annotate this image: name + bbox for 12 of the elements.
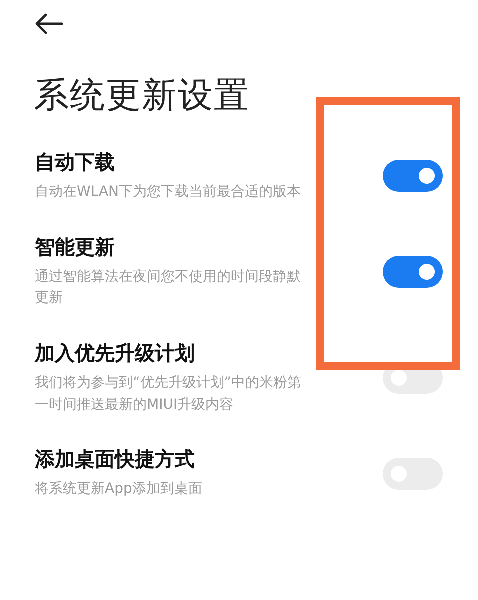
setting-description: 我们将为参与到“优先升级计划”中的米粉第一时间推送最新的MIUI升级内容 (35, 374, 303, 415)
setting-title: 智能更新 (35, 234, 115, 261)
setting-description: 自动在WLAN下为您下载当前最合适的版本 (35, 183, 302, 202)
toggle-switch[interactable] (383, 160, 443, 192)
setting-description: 通过智能算法在夜间您不使用的时间段静默更新 (35, 268, 302, 308)
back-icon[interactable] (34, 12, 64, 36)
setting-title: 添加桌面快捷方式 (35, 446, 195, 474)
setting-title: 自动下载 (35, 149, 115, 176)
setting-title: 加入优先升级计划 (35, 340, 195, 368)
toggle-switch[interactable] (383, 256, 443, 288)
page-title: 系统更新设置 (34, 75, 250, 118)
setting-description: 将系统更新App添加到桌面 (35, 480, 202, 500)
